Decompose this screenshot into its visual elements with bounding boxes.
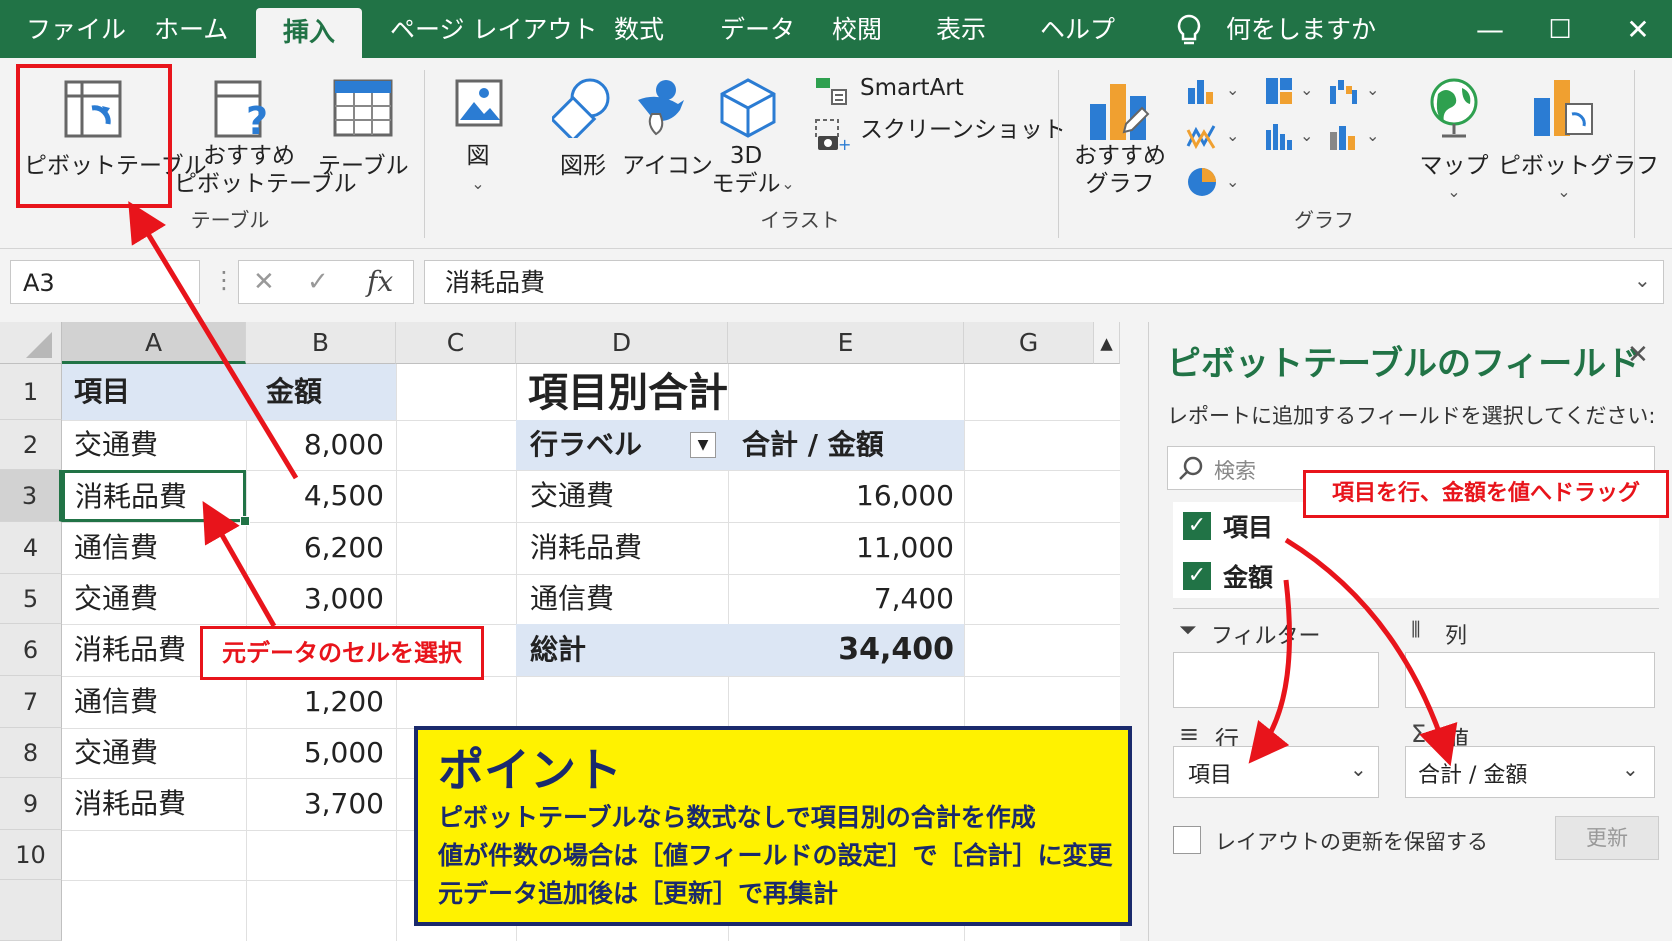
annotation-arrows <box>128 201 1458 767</box>
arrow-to-selected-cell <box>202 500 277 628</box>
arrow-field-to-rows <box>1248 579 1292 764</box>
arrow-to-pivot-button <box>128 201 299 480</box>
arrow-field-to-values <box>1284 537 1458 767</box>
